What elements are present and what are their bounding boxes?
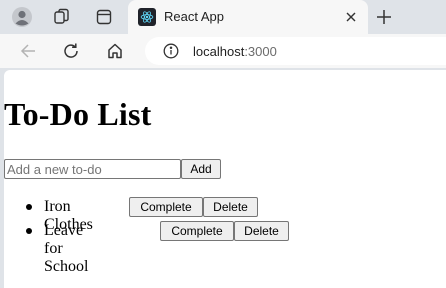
list-bullet	[26, 228, 32, 234]
list-bullet	[26, 204, 32, 210]
todo-actions: Complete Delete	[129, 197, 258, 217]
complete-button[interactable]: Complete	[129, 197, 203, 217]
home-button[interactable]	[102, 38, 128, 64]
profile-icon	[12, 7, 32, 27]
delete-button[interactable]: Delete	[203, 197, 258, 217]
plus-icon	[377, 10, 391, 24]
complete-button[interactable]: Complete	[160, 221, 234, 241]
url-host: localhost	[193, 44, 245, 59]
close-icon	[346, 12, 356, 22]
browser-toolbar: localhost:3000	[0, 34, 446, 68]
react-icon	[138, 8, 156, 26]
delete-button[interactable]: Delete	[234, 221, 289, 241]
active-tab[interactable]: React App	[128, 0, 368, 34]
tab-actions-icon	[96, 9, 112, 25]
tab-strip: React App	[0, 0, 446, 34]
url-port: :3000	[244, 44, 277, 59]
tab-actions-button[interactable]	[91, 4, 117, 30]
todo-text: Leave for School	[44, 222, 89, 275]
add-button[interactable]: Add	[181, 159, 221, 179]
new-tab-button[interactable]	[372, 5, 396, 29]
back-button[interactable]	[15, 38, 41, 64]
home-icon	[108, 43, 122, 59]
reload-button[interactable]	[58, 38, 84, 64]
info-icon[interactable]	[163, 43, 179, 59]
tab-title: React App	[164, 9, 224, 24]
todo-actions: Complete Delete	[160, 221, 289, 241]
reload-icon	[64, 43, 78, 58]
tab-close-button[interactable]	[340, 6, 362, 28]
profile-button[interactable]	[9, 4, 35, 30]
workspaces-icon	[54, 8, 69, 24]
url-text[interactable]: localhost:3000	[193, 44, 277, 59]
back-arrow-icon	[20, 44, 35, 58]
address-bar[interactable]: localhost:3000	[145, 37, 446, 65]
page-viewport: To-Do List Add Iron Clothes Complete Del…	[4, 70, 446, 288]
page-title: To-Do List	[4, 96, 152, 132]
new-todo-input[interactable]	[4, 159, 181, 179]
workspaces-button[interactable]	[49, 4, 75, 30]
